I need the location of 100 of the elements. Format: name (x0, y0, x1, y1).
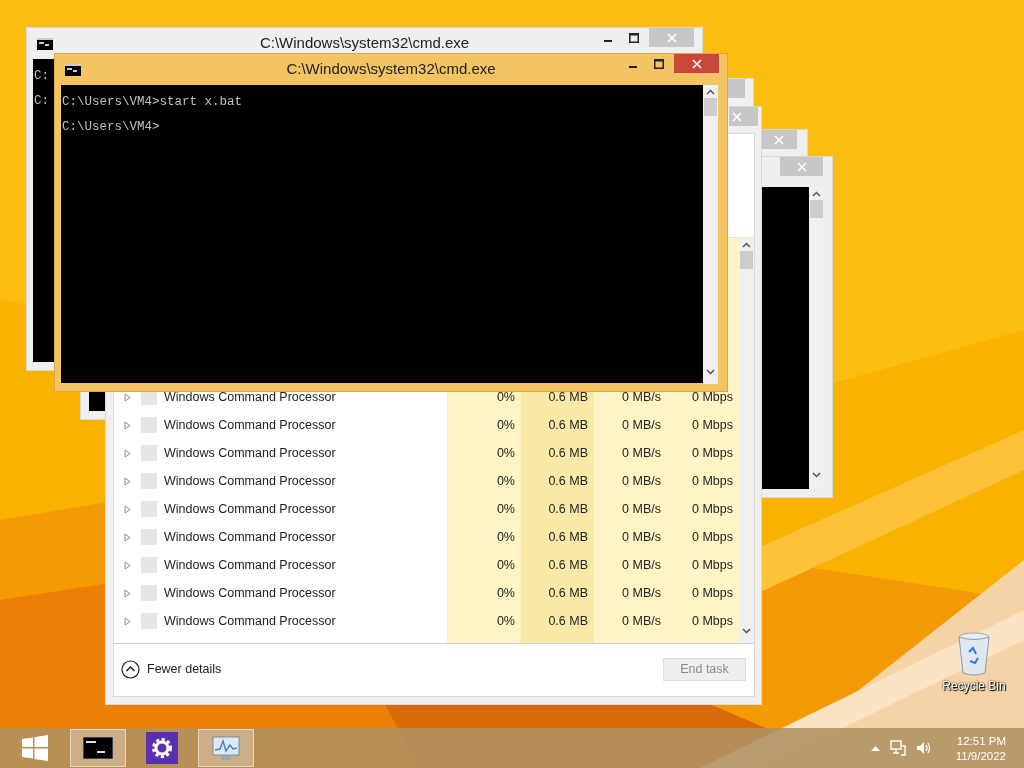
network-value: 0 Mbps (692, 390, 733, 404)
process-icon (141, 417, 157, 433)
memory-value: 0.6 MB (548, 614, 588, 628)
network-value: 0 Mbps (692, 530, 733, 544)
process-name: Windows Command Processor (164, 614, 336, 628)
clock-date[interactable]: 11/9/2022 (955, 749, 1006, 762)
expand-arrow-icon[interactable] (124, 504, 131, 514)
scroll-down-icon[interactable] (706, 369, 715, 375)
process-icon (141, 445, 157, 461)
recycle-bin-icon[interactable] (957, 632, 991, 676)
network-value: 0 Mbps (692, 558, 733, 572)
fewer-details-button[interactable]: Fewer details (121, 659, 222, 679)
memory-value: 0.6 MB (548, 558, 588, 572)
scroll-down-icon[interactable] (812, 472, 821, 478)
scrollbar-thumb[interactable] (704, 98, 717, 116)
process-icon (141, 529, 157, 545)
process-name: Windows Command Processor (164, 530, 336, 544)
process-name: Windows Command Processor (164, 418, 336, 432)
cpu-value: 0% (496, 586, 515, 600)
cpu-value: 0% (496, 474, 515, 488)
disk-value: 0 MB/s (622, 502, 661, 516)
close-icon (796, 161, 807, 172)
process-icon (141, 473, 157, 489)
process-icon (141, 501, 157, 517)
network-value: 0 Mbps (692, 614, 733, 628)
network-value: 0 Mbps (692, 586, 733, 600)
process-icon (141, 557, 157, 573)
close-icon (666, 32, 677, 43)
scrollbar-thumb[interactable] (810, 200, 823, 218)
network-value: 0 Mbps (692, 418, 733, 432)
cpu-value: 0% (496, 558, 515, 572)
memory-value: 0.6 MB (548, 502, 588, 516)
process-name: Windows Command Processor (164, 586, 336, 600)
window-title: C:\Windows\system32\cmd.exe (259, 34, 470, 51)
cpu-value: 0% (496, 502, 515, 516)
console-icon (83, 737, 113, 759)
close-icon (732, 111, 742, 122)
show-hidden-icons-icon[interactable] (870, 745, 880, 751)
taskbar-button[interactable] (70, 729, 126, 767)
console-line: C:\Users\VM4> (62, 120, 160, 134)
disk-value: 0 MB/s (622, 446, 661, 460)
disk-value: 0 MB/s (622, 390, 661, 404)
process-name: Windows Command Processor (164, 446, 336, 460)
process-name: Windows Command Processor (164, 558, 336, 572)
close-button[interactable] (729, 107, 758, 126)
process-icon (141, 585, 157, 601)
clock-time[interactable]: 12:51 PM (956, 734, 1006, 747)
expand-arrow-icon[interactable] (124, 448, 131, 458)
process-name: Windows Command Processor (164, 474, 336, 488)
scrollbar-thumb[interactable] (740, 251, 753, 269)
expand-arrow-icon[interactable] (124, 532, 131, 542)
process-icon (141, 613, 157, 629)
console-line: C:\Users\VM4>start x.bat (62, 95, 243, 109)
network-icon[interactable] (889, 740, 906, 756)
collapse-icon (121, 659, 140, 679)
expand-arrow-icon[interactable] (124, 392, 131, 402)
icon-label[interactable]: Recycle Bin (942, 679, 1006, 693)
disk-value: 0 MB/s (622, 530, 661, 544)
disk-value: 0 MB/s (622, 558, 661, 572)
cpu-value: 0% (496, 390, 515, 404)
console-icon (65, 63, 81, 76)
cpu-value: 0% (496, 614, 515, 628)
scrollbar[interactable] (739, 238, 754, 643)
network-value: 0 Mbps (692, 474, 733, 488)
expand-arrow-icon[interactable] (124, 616, 131, 626)
console-line: C: (34, 69, 49, 83)
speaker-icon[interactable] (915, 740, 932, 756)
console-icon (37, 37, 53, 50)
maximize-icon[interactable] (629, 32, 639, 43)
console-line: C: (34, 94, 49, 108)
process-name: Windows Command Processor (164, 502, 336, 516)
network-value: 0 Mbps (692, 502, 733, 516)
window-title: C:\Windows\system32\cmd.exe (286, 60, 496, 77)
process-name: Windows Command Processor (164, 390, 336, 404)
close-button[interactable] (674, 54, 719, 73)
scroll-up-icon[interactable] (706, 89, 715, 95)
expand-arrow-icon[interactable] (124, 560, 131, 570)
disk-value: 0 MB/s (622, 614, 661, 628)
memory-value: 0.6 MB (548, 390, 588, 404)
expand-arrow-icon[interactable] (124, 420, 131, 430)
scroll-up-icon[interactable] (812, 191, 821, 197)
disk-value: 0 MB/s (622, 418, 661, 432)
scroll-down-icon[interactable] (742, 628, 751, 634)
cpu-value: 0% (496, 418, 515, 432)
expand-arrow-icon[interactable] (124, 588, 131, 598)
monitor-chart-icon (211, 735, 241, 761)
gear-icon (146, 732, 178, 764)
close-button[interactable] (761, 130, 797, 149)
memory-value: 0.6 MB (548, 446, 588, 460)
cpu-value: 0% (496, 446, 515, 460)
close-icon (691, 58, 702, 69)
memory-value: 0.6 MB (548, 586, 588, 600)
maximize-icon[interactable] (654, 58, 664, 69)
scroll-up-icon[interactable] (742, 242, 751, 248)
memory-value: 0.6 MB (548, 530, 588, 544)
expand-arrow-icon[interactable] (124, 476, 131, 486)
disk-value: 0 MB/s (622, 474, 661, 488)
network-value: 0 Mbps (692, 446, 733, 460)
scrollbar[interactable] (703, 85, 718, 384)
disk-value: 0 MB/s (622, 586, 661, 600)
